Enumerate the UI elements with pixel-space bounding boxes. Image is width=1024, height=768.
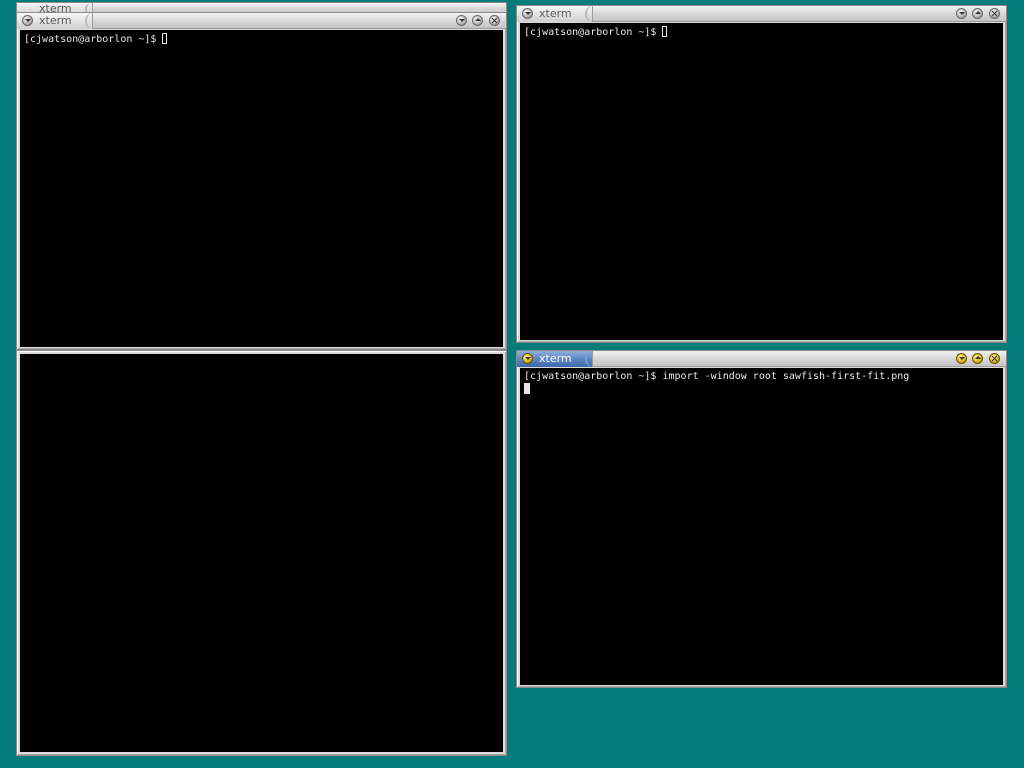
terminal-area[interactable]: [20, 354, 503, 752]
title-bar[interactable]: xterm: [517, 6, 1006, 22]
menu-icon[interactable]: [22, 15, 33, 26]
title-bar[interactable]: xterm: [17, 13, 506, 29]
window-title: xterm: [539, 7, 572, 20]
terminal-area[interactable]: [cjwatson@arborlon ~]$: [20, 30, 503, 347]
window-frame: xterm [cjwatson@arborlon ~]$: [516, 5, 1007, 343]
cursor-icon: [662, 26, 668, 37]
xterm-window-top-left[interactable]: xterm [cjwatson@arborlon ~]$: [16, 12, 507, 350]
menu-icon[interactable]: [522, 8, 533, 19]
maximize-icon[interactable]: [972, 353, 983, 364]
terminal-area[interactable]: [cjwatson@arborlon ~]$ import -window ro…: [520, 368, 1003, 685]
title-bar[interactable]: xterm: [517, 351, 1006, 367]
minimize-icon[interactable]: [956, 8, 967, 19]
title-tab[interactable]: xterm: [517, 351, 593, 367]
minimize-icon[interactable]: [456, 15, 467, 26]
shell-command: import -window root sawfish-first-fit.pn…: [662, 371, 910, 382]
window-frame: [16, 350, 507, 756]
xterm-window-bottom-left[interactable]: [16, 350, 507, 756]
terminal-area[interactable]: [cjwatson@arborlon ~]$: [520, 23, 1003, 340]
close-icon[interactable]: [489, 15, 500, 26]
titlebar-decoration: [585, 6, 599, 22]
shell-prompt: [cjwatson@arborlon ~]$: [524, 27, 663, 38]
titlebar-decoration: [585, 351, 599, 367]
shell-prompt: [cjwatson@arborlon ~]$: [524, 371, 663, 382]
title-tab[interactable]: xterm: [517, 6, 593, 22]
window-frame: xterm [cjwatson@arborlon ~]$: [16, 12, 507, 350]
window-frame: xterm [cjwatson@arborlon ~]$ import -win…: [516, 350, 1007, 688]
cursor-icon: [524, 383, 530, 394]
maximize-icon[interactable]: [472, 15, 483, 26]
cursor-icon: [162, 33, 168, 44]
xterm-window-top-right[interactable]: xterm [cjwatson@arborlon ~]$: [516, 5, 1007, 343]
title-tab[interactable]: xterm: [17, 13, 93, 29]
maximize-icon[interactable]: [972, 8, 983, 19]
shell-prompt: [cjwatson@arborlon ~]$: [24, 34, 163, 45]
window-title: xterm: [539, 352, 572, 365]
minimize-icon[interactable]: [956, 353, 967, 364]
xterm-window-bottom-right[interactable]: xterm [cjwatson@arborlon ~]$ import -win…: [516, 350, 1007, 688]
window-title: xterm: [39, 14, 72, 27]
close-icon[interactable]: [989, 353, 1000, 364]
close-icon[interactable]: [989, 8, 1000, 19]
menu-icon[interactable]: [522, 353, 533, 364]
titlebar-decoration: [85, 13, 99, 29]
